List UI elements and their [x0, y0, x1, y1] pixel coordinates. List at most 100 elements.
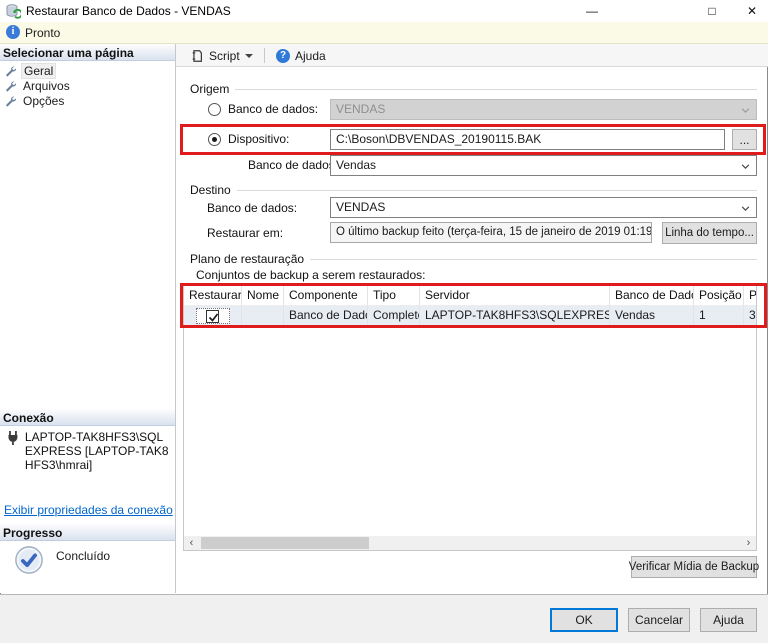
restaurar-cell	[184, 306, 242, 326]
info-icon: i	[6, 25, 20, 39]
table-header-row: Restaurar Nome Componente Tipo Servidor …	[184, 286, 756, 306]
source-database-combo: VENDAS	[330, 99, 757, 120]
timeline-button-label: Linha do tempo...	[665, 227, 754, 239]
success-check-icon	[15, 546, 43, 574]
restore-database-dialog: Restaurar Banco de Dados - VENDAS — □ ✕ …	[0, 0, 768, 643]
sidebar-item-arquivos[interactable]: Arquivos	[4, 78, 72, 93]
column-header-primeiro-lsn[interactable]: Pr	[744, 286, 756, 306]
restaurar-checkbox-checked[interactable]	[206, 309, 219, 323]
backup-sets-label: Conjuntos de backup a serem restaurados:	[196, 268, 426, 282]
scroll-left-icon[interactable]: ‹	[184, 536, 199, 550]
device-path-value: C:\Boson\DBVENDAS_20190115.BAK	[336, 132, 542, 146]
chevron-down-icon	[741, 206, 750, 211]
check-icon	[208, 312, 219, 322]
connection-entry: LAPTOP-TAK8HFS3\SQLEXPRESS [LAPTOP-TAK8H…	[5, 430, 170, 472]
dialog-toolbar: Script ? Ajuda	[176, 44, 768, 67]
target-database-combo[interactable]: VENDAS	[330, 197, 757, 218]
server-connection-icon	[8, 431, 18, 445]
script-button[interactable]: Script	[186, 46, 257, 65]
plano-group: Plano de restauração	[183, 252, 757, 266]
device-database-value: Vendas	[336, 158, 377, 172]
column-header-banco-de-dados[interactable]: Banco de Dados	[610, 286, 694, 306]
browse-button[interactable]: ...	[732, 129, 757, 150]
verify-backup-media-button[interactable]: Verificar Mídia de Backup	[628, 556, 760, 578]
minimize-button[interactable]: —	[578, 0, 606, 22]
backup-sets-table: Restaurar Nome Componente Tipo Servidor …	[183, 285, 757, 551]
scrollbar-thumb[interactable]	[201, 537, 369, 549]
sidebar-item-opcoes[interactable]: Opções	[4, 93, 66, 108]
column-header-tipo[interactable]: Tipo	[368, 286, 420, 306]
chevron-down-icon	[741, 108, 750, 113]
column-header-nome[interactable]: Nome	[242, 286, 284, 306]
target-database-value: VENDAS	[336, 200, 386, 214]
source-database-value: VENDAS	[336, 102, 386, 116]
radio-dispositivo-label: Dispositivo:	[228, 132, 290, 146]
ok-button[interactable]: OK	[550, 608, 618, 632]
timeline-button[interactable]: Linha do tempo...	[662, 222, 757, 244]
window-title: Restaurar Banco de Dados - VENDAS	[26, 4, 231, 18]
browse-label: ...	[739, 132, 750, 147]
restore-to-label: Restaurar em:	[207, 226, 284, 240]
sidebar-item-label: Geral	[21, 62, 57, 79]
connection-server-text: LAPTOP-TAK8HFS3\SQLEXPRESS [LAPTOP-TAK8H…	[24, 430, 169, 472]
primeiro-lsn-cell: 3	[744, 306, 756, 326]
radio-banco-label: Banco de dados:	[228, 102, 319, 116]
restore-to-value: O último backup feito (terça-feira, 15 d…	[336, 226, 652, 238]
restore-database-icon	[6, 4, 21, 19]
destino-group: Destino	[183, 183, 757, 197]
horizontal-scrollbar[interactable]: ‹ ›	[184, 536, 756, 550]
banco-de-dados-cell: Vendas	[610, 306, 694, 326]
sidebar-item-geral[interactable]: Geral	[4, 62, 57, 79]
status-text: Pronto	[25, 26, 61, 40]
progress-status: Concluído	[14, 545, 110, 575]
progress-status-text: Concluído	[56, 549, 111, 563]
column-header-componente[interactable]: Componente	[284, 286, 368, 306]
scroll-right-icon[interactable]: ›	[741, 536, 756, 550]
checkbox-focus-frame	[195, 308, 230, 324]
tipo-cell: Completo	[368, 306, 420, 326]
wrench-icon	[5, 66, 16, 77]
posicao-cell: 1	[694, 306, 744, 326]
group-rule	[236, 189, 757, 191]
wrench-icon	[5, 81, 16, 92]
script-icon	[192, 49, 202, 62]
script-label: Script	[209, 48, 240, 63]
sidebar-item-label: Arquivos	[23, 78, 70, 93]
origem-group: Origem	[183, 82, 757, 96]
plano-title: Plano de restauração	[190, 252, 305, 266]
help-label: Ajuda	[295, 48, 326, 63]
origem-title: Origem	[190, 82, 230, 96]
cancel-button[interactable]: Cancelar	[628, 608, 690, 632]
destino-title: Destino	[190, 183, 231, 197]
help-toolbar-button[interactable]: ? Ajuda	[272, 46, 330, 65]
connection-header: Conexão	[0, 409, 175, 426]
group-rule	[235, 88, 757, 90]
close-button[interactable]: ✕	[738, 0, 766, 22]
help-button[interactable]: Ajuda	[700, 608, 757, 632]
componente-cell: Banco de Dados	[284, 306, 368, 326]
column-header-restaurar[interactable]: Restaurar	[184, 286, 242, 306]
verify-backup-media-label: Verificar Mídia de Backup	[628, 561, 760, 573]
view-connection-properties-link[interactable]: Exibir propriedades da conexão	[4, 503, 173, 517]
maximize-button[interactable]: □	[698, 0, 726, 22]
radio-banco-de-dados[interactable]	[208, 103, 221, 116]
chevron-down-icon[interactable]	[244, 53, 253, 58]
wrench-icon	[5, 96, 16, 107]
help-icon: ?	[276, 48, 290, 63]
restore-to-field: O último backup feito (terça-feira, 15 d…	[330, 222, 652, 243]
device-path-input[interactable]: C:\Boson\DBVENDAS_20190115.BAK	[330, 129, 725, 150]
column-header-servidor[interactable]: Servidor	[420, 286, 610, 306]
title-bar: Restaurar Banco de Dados - VENDAS — □ ✕	[0, 0, 768, 22]
radio-dispositivo[interactable]	[208, 133, 221, 146]
left-panel: Selecionar uma página Geral Arquivos Opç…	[0, 44, 176, 593]
dialog-footer: OK Cancelar Ajuda	[0, 594, 768, 643]
servidor-cell: LAPTOP-TAK8HFS3\SQLEXPRESS	[420, 306, 610, 326]
group-rule	[310, 258, 757, 260]
status-strip: i Pronto	[0, 22, 768, 44]
toolbar-separator	[264, 48, 265, 63]
device-database-combo[interactable]: Vendas	[330, 155, 757, 176]
sidebar-item-label: Opções	[23, 93, 65, 108]
table-row[interactable]: Banco de Dados Completo LAPTOP-TAK8HFS3\…	[184, 306, 756, 326]
device-database-label: Banco de dados:	[248, 158, 339, 172]
column-header-posicao[interactable]: Posição	[694, 286, 744, 306]
